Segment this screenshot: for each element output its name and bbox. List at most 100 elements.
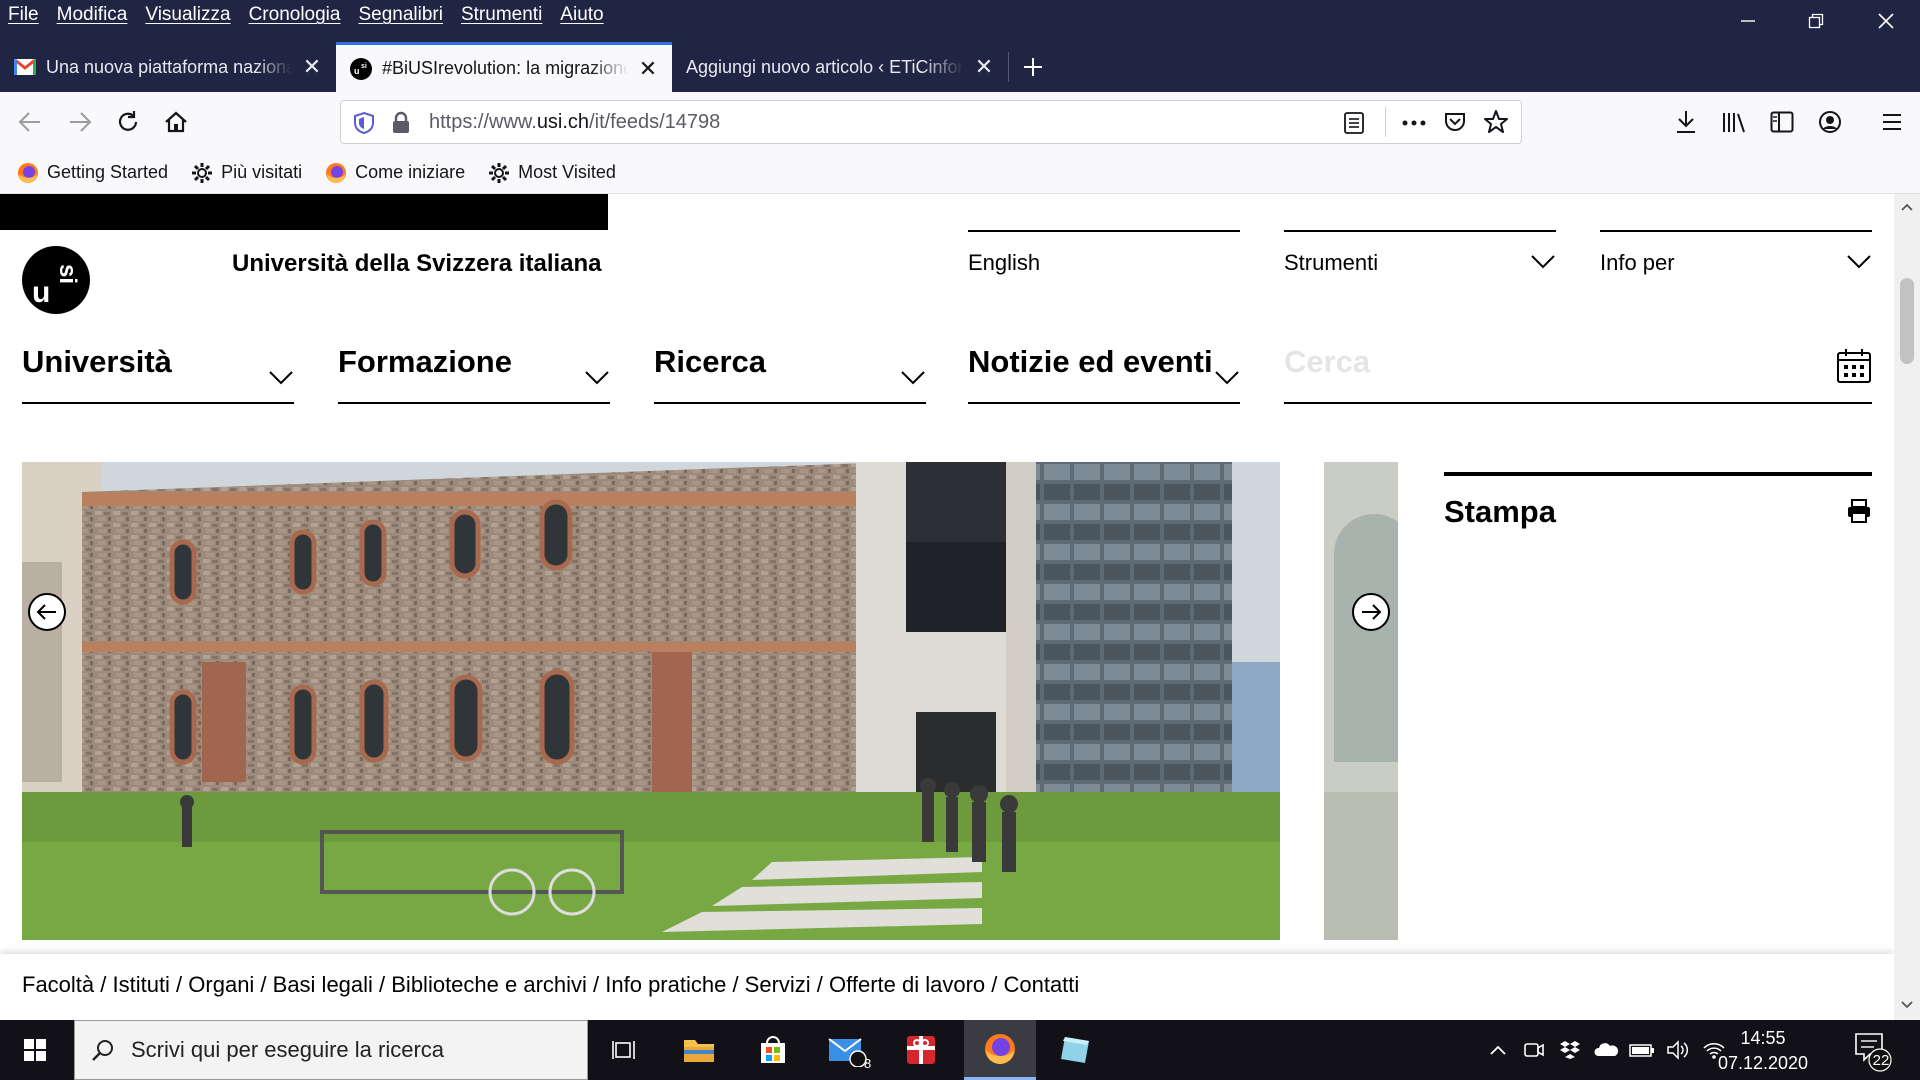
close-tab-icon[interactable]: ✕ (638, 56, 658, 82)
close-window-button[interactable] (1852, 0, 1920, 42)
search-input[interactable] (1284, 344, 1804, 380)
lock-icon[interactable] (391, 111, 411, 140)
menu-file[interactable]: File (8, 4, 39, 26)
footer-links-bar[interactable]: Facoltà / Istituti / Organi / Basi legal… (0, 954, 1894, 1020)
star-icon[interactable] (1483, 109, 1509, 140)
print-icon[interactable] (1846, 498, 1872, 524)
tab-gmail[interactable]: Una nuova piattaforma nazionale ✕ (0, 42, 336, 92)
menu-aiuto[interactable]: Aiuto (560, 4, 603, 26)
onedrive-icon[interactable] (1588, 1042, 1624, 1058)
hero-next-image-peek (1324, 462, 1398, 940)
url-text[interactable]: https://www.usi.ch/it/feeds/14798 (429, 111, 720, 134)
minimize-button[interactable] (1714, 0, 1782, 42)
search-icon (92, 1040, 113, 1061)
taskbar-mail[interactable]: 8 (810, 1020, 884, 1080)
meet-now-icon[interactable] (1516, 1040, 1552, 1060)
show-hidden-icons-button[interactable] (1480, 1044, 1516, 1056)
taskbar-firefox[interactable] (964, 1020, 1036, 1080)
link-english[interactable]: English (968, 230, 1240, 276)
scroll-down-icon[interactable] (1900, 1000, 1914, 1010)
start-button[interactable] (0, 1020, 70, 1080)
task-view-icon (612, 1041, 635, 1059)
shield-icon[interactable] (353, 111, 375, 140)
close-tab-icon[interactable]: ✕ (302, 54, 322, 80)
app-menu-button[interactable] (1872, 102, 1912, 142)
home-button[interactable] (156, 102, 196, 142)
close-icon (1878, 13, 1894, 29)
scroll-up-icon[interactable] (1900, 202, 1914, 212)
scrollbar-thumb[interactable] (1900, 278, 1914, 364)
volume-icon[interactable] (1660, 1040, 1696, 1060)
library-button[interactable] (1714, 102, 1754, 142)
download-icon (1677, 111, 1695, 133)
reload-icon (118, 111, 138, 131)
firefox-icon (16, 161, 40, 185)
taskbar-file-explorer[interactable] (662, 1020, 736, 1080)
downloads-button[interactable] (1666, 102, 1706, 142)
bookmark-piu-visitati[interactable]: Più visitati (190, 161, 302, 185)
chevron-down-icon (585, 371, 609, 385)
battery-icon[interactable] (1624, 1043, 1660, 1057)
nav-ricerca-label: Ricerca (654, 344, 767, 379)
usi-logo[interactable]: u si (22, 246, 90, 314)
nav-universita[interactable]: Università (22, 344, 294, 404)
chevron-down-icon (269, 371, 293, 385)
bookmark-label: Getting Started (47, 162, 169, 182)
close-tab-icon[interactable]: ✕ (974, 54, 994, 80)
sidebar-button[interactable] (1762, 102, 1802, 142)
slider-next-button[interactable] (1352, 593, 1390, 631)
campus-photo-peek (1324, 462, 1398, 940)
menu-cronologia[interactable]: Cronologia (249, 4, 341, 26)
menu-segnalibri[interactable]: Segnalibri (358, 4, 443, 26)
bookmark-label: Più visitati (221, 162, 303, 182)
footer-links-text[interactable]: Facoltà / Istituti / Organi / Basi legal… (22, 972, 1079, 997)
restore-button[interactable] (1782, 0, 1850, 42)
gmail-icon (14, 56, 36, 78)
address-bar[interactable]: https://www.usi.ch/it/feeds/14798 (340, 100, 1522, 144)
svg-text:u: u (354, 66, 360, 76)
dropdown-strumenti[interactable]: Strumenti (1284, 230, 1556, 276)
taskbar-clock[interactable]: 14:55 07.12.2020 (1698, 1026, 1828, 1076)
taskbar-gift-app[interactable] (884, 1020, 958, 1080)
taskbar-store[interactable] (736, 1020, 810, 1080)
campus-photo (22, 462, 1280, 940)
site-search (1284, 344, 1872, 404)
site-name[interactable]: Università della Svizzera italiana (232, 250, 602, 278)
menu-modifica[interactable]: Modifica (57, 4, 128, 26)
dropdown-info-per[interactable]: Info per (1600, 230, 1872, 276)
menu-strumenti[interactable]: Strumenti (461, 4, 542, 26)
account-button[interactable] (1810, 102, 1850, 142)
usi-icon: u si (350, 57, 372, 80)
tab-usi[interactable]: u si #BiUSIrevolution: la migrazione ✕ (336, 42, 672, 92)
tab-title: Una nuova piattaforma nazionale (46, 56, 292, 77)
tab-eticinforma[interactable]: Aggiungi nuovo articolo ‹ ETiCinforma ✕ (672, 42, 1008, 92)
nav-notizie-eventi[interactable]: Notizie ed eventi (968, 344, 1240, 404)
back-button[interactable] (10, 102, 50, 142)
taskbar-search[interactable]: Scrivi qui per eseguire la ricerca (74, 1020, 588, 1080)
bookmark-most-visited[interactable]: Most Visited (487, 161, 616, 185)
dropbox-icon[interactable] (1552, 1040, 1588, 1060)
bookmark-come-iniziare[interactable]: Come iniziare (324, 161, 465, 185)
bookmark-label: Most Visited (518, 162, 616, 182)
new-tab-button[interactable] (1009, 42, 1057, 92)
more-actions-icon[interactable] (1401, 111, 1427, 140)
taskbar-notepad-app[interactable] (1038, 1020, 1112, 1080)
reload-button[interactable] (108, 102, 148, 142)
task-view-button[interactable] (588, 1020, 662, 1080)
notifications-button[interactable]: 22 (1852, 1028, 1892, 1077)
bookmarks-toolbar: Getting Started Più visitati Come inizia… (0, 152, 1920, 194)
nav-ricerca[interactable]: Ricerca (654, 344, 926, 404)
restore-icon (1808, 13, 1824, 29)
calendar-icon[interactable] (1836, 348, 1872, 384)
sidebar-icon (1770, 111, 1794, 133)
chevron-up-icon (1490, 1045, 1506, 1055)
pocket-icon[interactable] (1443, 110, 1467, 139)
hamburger-icon (1883, 114, 1901, 130)
menu-visualizza[interactable]: Visualizza (145, 4, 230, 26)
page-scrollbar[interactable] (1894, 194, 1920, 1020)
bookmark-getting-started[interactable]: Getting Started (16, 161, 168, 185)
forward-button[interactable] (60, 102, 100, 142)
reader-view-icon[interactable] (1343, 111, 1365, 140)
nav-formazione[interactable]: Formazione (338, 344, 610, 404)
slider-prev-button[interactable] (28, 593, 66, 631)
